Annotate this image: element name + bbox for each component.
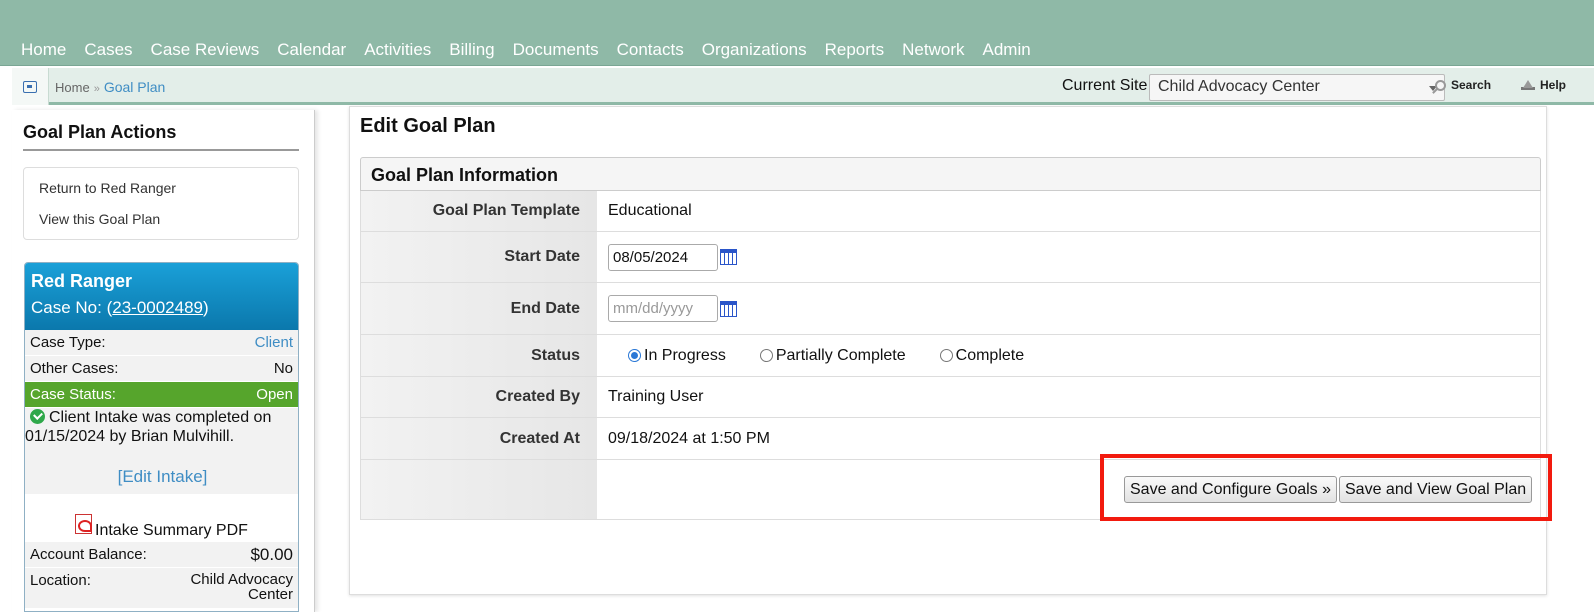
top-nav-bar: Home Cases Case Reviews Calendar Activit… <box>0 0 1594 66</box>
search-icon <box>1435 79 1446 91</box>
end-date-input[interactable] <box>608 295 718 322</box>
search-label: Search <box>1451 78 1492 92</box>
case-number-link[interactable]: 23-0002489 <box>112 298 203 317</box>
edit-intake-link[interactable]: [Edit Intake] <box>25 467 298 487</box>
breadcrumb-current[interactable]: Goal Plan <box>104 79 165 95</box>
return-to-client-link[interactable]: Return to Red Ranger <box>39 180 176 196</box>
nav-organizations[interactable]: Organizations <box>702 40 807 60</box>
account-balance-value: $0.00 <box>250 544 293 564</box>
intake-message: Client Intake was completed on 01/15/202… <box>25 409 272 445</box>
status-row: Status In Progress Partially Complete Co… <box>360 335 1541 377</box>
created-by-label: Created By <box>361 377 597 417</box>
template-row: Goal Plan Template Educational <box>360 191 1541 232</box>
main-menu: Home Cases Case Reviews Calendar Activit… <box>21 40 1031 60</box>
pdf-icon[interactable] <box>75 514 92 534</box>
current-site-value: Child Advocacy Center <box>1158 78 1320 95</box>
status-partially-complete-radio[interactable]: Partially Complete <box>759 347 906 365</box>
sidebar-toggle-icon[interactable] <box>12 68 49 105</box>
case-header: Red Ranger Case No: (23-0002489) <box>25 263 298 330</box>
left-sidebar: Goal Plan Actions Return to Red Ranger V… <box>12 110 315 612</box>
nav-admin[interactable]: Admin <box>983 40 1031 60</box>
calendar-icon[interactable] <box>720 249 737 265</box>
goal-plan-actions: Return to Red Ranger View this Goal Plan <box>23 167 299 240</box>
case-type-row: Case Type: Client <box>25 330 298 356</box>
location-row: Location: Child Advocacy Center <box>25 568 298 608</box>
location-value: Child Advocacy Center <box>190 571 293 603</box>
nav-case-reviews[interactable]: Case Reviews <box>151 40 260 60</box>
radio-selected-icon <box>628 349 641 362</box>
search-button[interactable]: Search <box>1435 78 1491 92</box>
page-title: Edit Goal Plan <box>360 115 496 137</box>
view-goal-plan-link[interactable]: View this Goal Plan <box>39 211 160 227</box>
help-icon <box>1521 80 1535 90</box>
nav-cases[interactable]: Cases <box>84 40 132 60</box>
nav-network[interactable]: Network <box>902 40 964 60</box>
help-button[interactable]: Help <box>1521 78 1566 92</box>
sidebar-title: Goal Plan Actions <box>23 122 299 151</box>
radio-icon <box>759 349 773 362</box>
nav-contacts[interactable]: Contacts <box>617 40 684 60</box>
created-by-value: Training User <box>608 388 704 405</box>
created-at-value: 09/18/2024 at 1:50 PM <box>608 429 770 447</box>
help-label: Help <box>1540 78 1567 92</box>
case-number: Case No: (23-0002489) <box>31 298 209 317</box>
breadcrumb-bar: Home» Goal Plan Current Site Child Advoca… <box>12 68 1594 105</box>
nav-documents[interactable]: Documents <box>513 40 599 60</box>
main-panel: Edit Goal Plan Goal Plan Information Goa… <box>349 106 1547 595</box>
nav-home[interactable]: Home <box>21 40 66 60</box>
intake-status: Client Intake was completed on 01/15/202… <box>25 408 298 494</box>
radio-icon <box>939 349 953 362</box>
created-at-label: Created At <box>361 418 597 459</box>
nav-activities[interactable]: Activities <box>364 40 431 60</box>
intake-pdf-area: Intake Summary PDF <box>25 494 298 542</box>
case-summary-card: Red Ranger Case No: (23-0002489) Case Ty… <box>24 262 299 612</box>
status-label: Status <box>361 335 597 376</box>
status-complete-radio[interactable]: Complete <box>939 347 1024 365</box>
calendar-icon[interactable] <box>720 300 737 317</box>
section-heading: Goal Plan Information <box>360 157 1541 191</box>
nav-billing[interactable]: Billing <box>449 40 494 60</box>
template-label: Goal Plan Template <box>361 191 597 231</box>
current-site-label: Current Site <box>1062 77 1148 94</box>
other-cases-value: No <box>273 360 293 377</box>
status-badge: Open <box>256 386 293 403</box>
breadcrumb-home[interactable]: Home <box>55 80 90 95</box>
current-site-select[interactable]: Child Advocacy Center <box>1149 74 1445 101</box>
case-status-row: Case Status: Open <box>25 382 298 408</box>
highlight-box <box>1100 454 1552 521</box>
created-by-row: Created By Training User <box>360 377 1541 418</box>
end-date-label: End Date <box>361 283 597 334</box>
nav-reports[interactable]: Reports <box>825 40 885 60</box>
status-in-progress-radio[interactable]: In Progress <box>628 347 726 365</box>
start-date-label: Start Date <box>361 232 597 282</box>
template-value: Educational <box>608 202 692 219</box>
breadcrumb: Home» Goal Plan <box>55 79 165 95</box>
intake-pdf-link[interactable]: Intake Summary PDF <box>95 522 248 540</box>
end-date-row: End Date <box>360 283 1541 335</box>
check-circle-icon <box>30 409 45 424</box>
case-type-link[interactable]: Client <box>255 334 293 351</box>
client-name: Red Ranger <box>31 271 133 291</box>
nav-calendar[interactable]: Calendar <box>277 40 346 60</box>
breadcrumb-separator: » <box>93 83 100 95</box>
start-date-row: Start Date <box>360 232 1541 283</box>
other-cases-row: Other Cases: No <box>25 356 298 382</box>
start-date-input[interactable] <box>608 243 718 271</box>
account-balance-row: Account Balance: $0.00 <box>25 542 298 568</box>
